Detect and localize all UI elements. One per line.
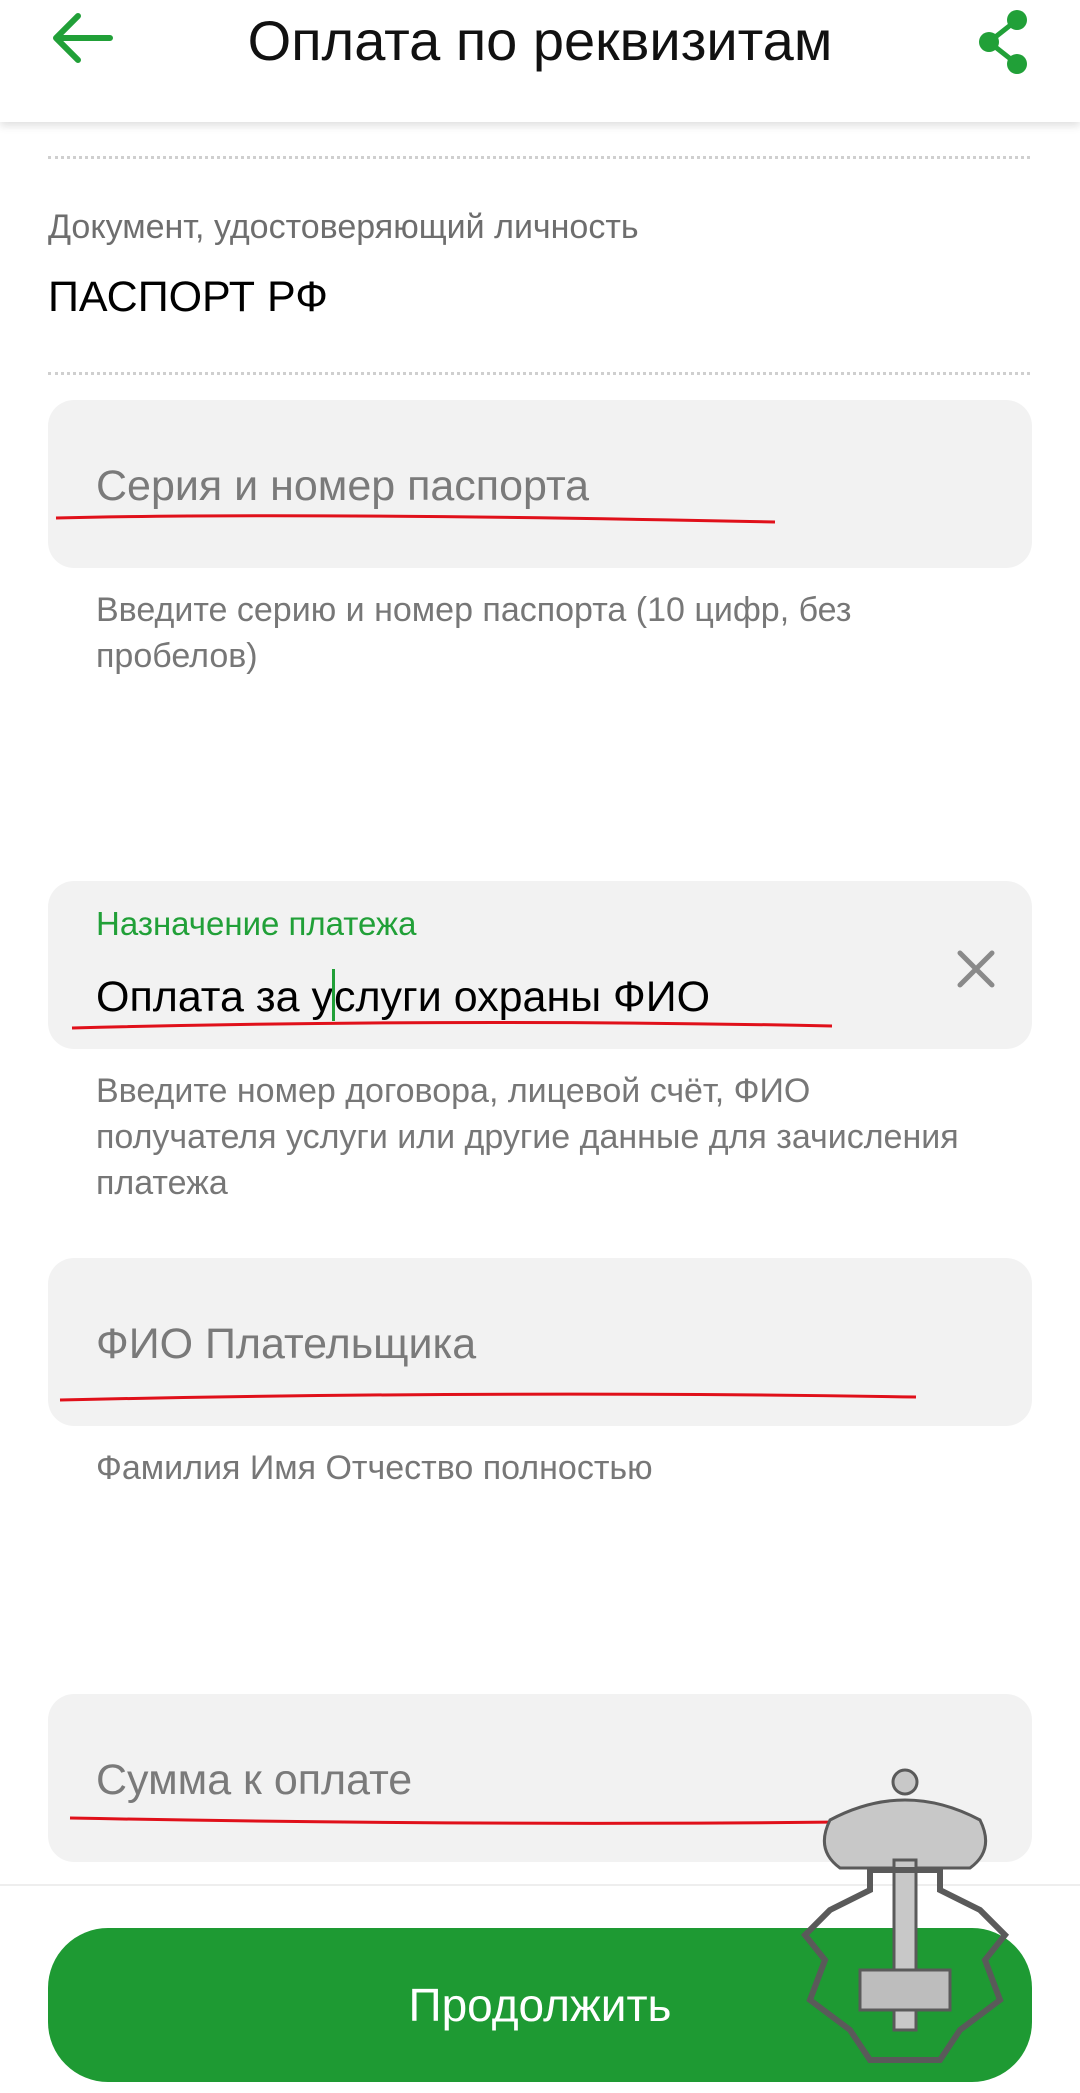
clear-button[interactable] (948, 941, 1004, 997)
payment-purpose-field[interactable]: Назначение платежа Оплата за услуги охра… (48, 881, 1032, 1049)
payment-purpose-label: Назначение платежа (96, 905, 417, 942)
document-label: Документ, удостоверяющий личность (48, 208, 639, 246)
share-button[interactable] (975, 6, 1035, 76)
passport-number-field[interactable]: Серия и номер паспорта (48, 400, 1032, 568)
payer-name-hint: Фамилия Имя Отчество полностью (96, 1449, 653, 1487)
divider (48, 372, 1030, 375)
amount-placeholder: Сумма к оплате (96, 1756, 413, 1804)
close-icon (957, 950, 995, 988)
divider (48, 156, 1030, 159)
passport-hint: Введите серию и номер паспорта (10 цифр,… (96, 591, 852, 675)
payment-purpose-input[interactable]: Оплата за услуги охраны ФИО (96, 969, 710, 1022)
payment-purpose-text-rest: слуги охраны ФИО (333, 973, 711, 1021)
payer-name-placeholder: ФИО Плательщика (96, 1320, 477, 1368)
payment-purpose-hint: Введите номер договора, лицевой счёт, ФИ… (96, 1072, 959, 1202)
document-value[interactable]: ПАСПОРТ РФ (48, 273, 328, 322)
key-emblem-watermark (800, 1768, 1010, 2063)
payment-purpose-text: Оплата за у (96, 973, 333, 1021)
passport-number-placeholder: Серия и номер паспорта (96, 462, 590, 510)
share-icon (979, 10, 1027, 74)
page-title: Оплата по реквизитам (247, 9, 833, 72)
payer-name-field[interactable]: ФИО Плательщика (48, 1258, 1032, 1426)
app-header: Оплата по реквизитам (0, 0, 1080, 122)
